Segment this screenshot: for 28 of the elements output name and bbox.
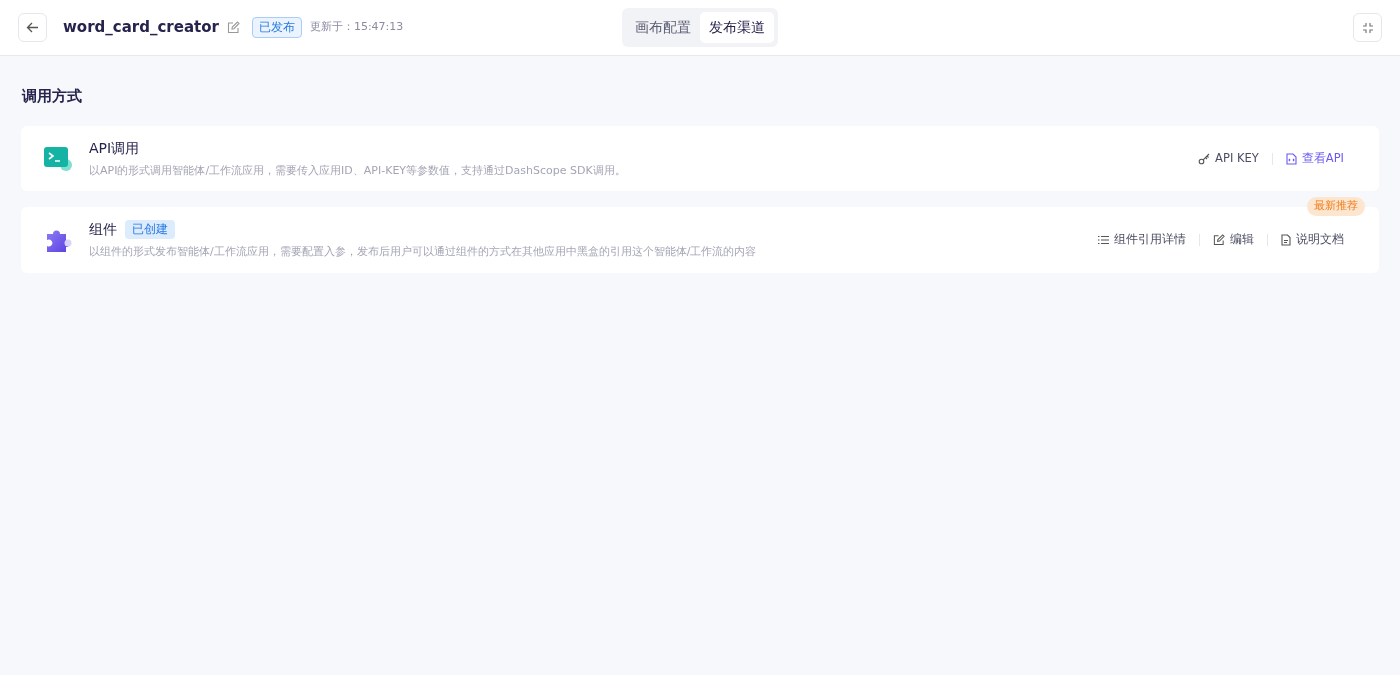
- status-badge: 已发布: [251, 16, 302, 39]
- recommend-tag: 最新推荐: [1307, 197, 1365, 216]
- method-description: 以组件的形式发布智能体/工作流应用，需要配置入参，发布后用户可以通过组件的方式在其他应用中黑盒的引用这个智能体/工作流的内容: [89, 244, 758, 261]
- method-title: API调用: [89, 138, 140, 158]
- tab[interactable]: 画布配置: [626, 12, 700, 43]
- key-icon: [1198, 152, 1211, 165]
- collapse-button[interactable]: [1353, 13, 1382, 42]
- edit-title-button[interactable]: [226, 21, 240, 34]
- list-icon: [1098, 235, 1109, 245]
- action-link[interactable]: 说明文档: [1268, 231, 1357, 249]
- file-icon: [1281, 234, 1291, 246]
- edit-icon: [226, 21, 240, 34]
- method-description: 以API的形式调用智能体/工作流应用，需要传入应用ID、API-KEY等参数值，支持通过DashScope SDK调用。: [89, 162, 627, 179]
- tab[interactable]: 发布渠道: [700, 12, 774, 43]
- action-link[interactable]: 组件引用详情: [1085, 231, 1199, 249]
- action-link[interactable]: 查看API: [1272, 149, 1357, 168]
- back-arrow-icon: [26, 21, 39, 34]
- updated-time: 更新于：15:47:13: [309, 19, 404, 36]
- app-title: word_card_creator: [63, 17, 219, 39]
- edit-icon: [1213, 234, 1225, 246]
- action-link[interactable]: 编辑: [1200, 231, 1267, 249]
- action-link[interactable]: API KEY: [1185, 149, 1272, 168]
- code-document-icon: [1285, 152, 1297, 165]
- status-badge: 已创建: [125, 220, 175, 240]
- back-button[interactable]: [18, 13, 47, 42]
- section-title: 调用方式: [22, 87, 83, 106]
- collapse-icon: [1361, 21, 1374, 34]
- method-title: 组件: [89, 220, 117, 240]
